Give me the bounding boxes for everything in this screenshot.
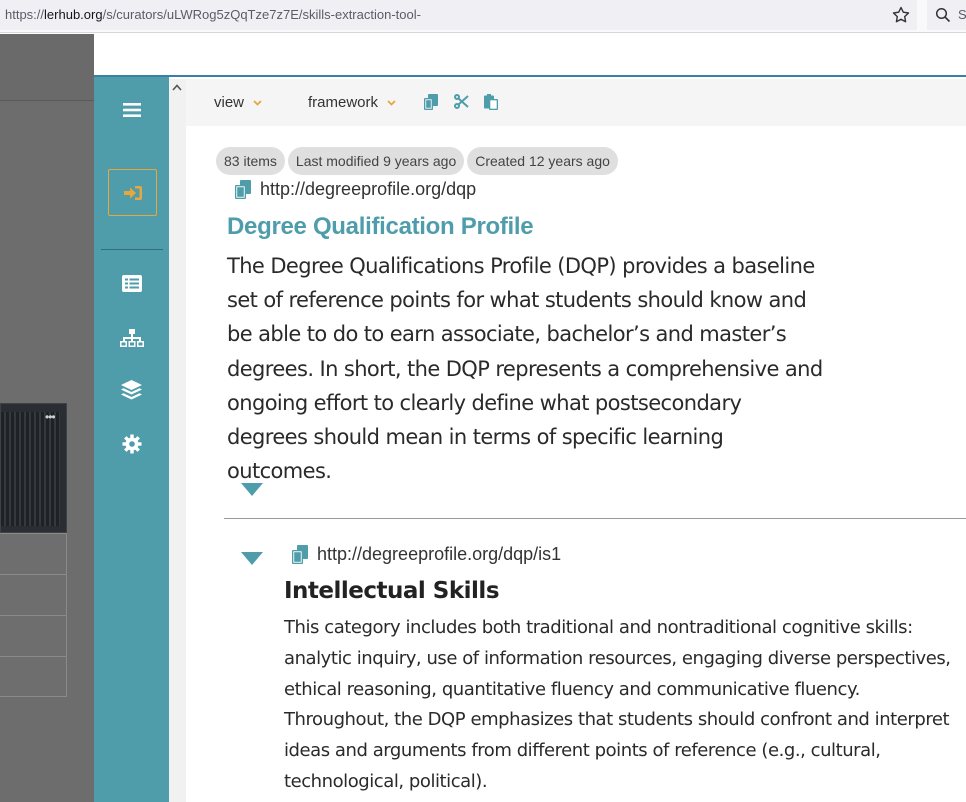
login-button[interactable] [108, 169, 157, 216]
toolbar: view framework [186, 79, 966, 126]
background-row [0, 574, 67, 615]
list-icon[interactable] [94, 275, 169, 292]
copy-icon[interactable] [292, 545, 308, 564]
browser-search-box[interactable]: S [927, 0, 966, 30]
background-row [0, 615, 67, 656]
copy-icon[interactable] [235, 180, 251, 199]
paste-icon[interactable] [484, 94, 498, 110]
divider [224, 518, 966, 519]
view-label: view [214, 94, 245, 111]
content-area: 83 items Last modified 9 years ago Creat… [186, 126, 966, 802]
competency-uri-text: http://degreeprofile.org/dqp/is1 [317, 544, 562, 564]
competency-uri[interactable]: http://degreeprofile.org/dqp/is1 [292, 544, 561, 565]
search-placeholder: S [958, 7, 966, 22]
background-row [0, 533, 67, 574]
background-row [0, 656, 67, 697]
bookmark-star-icon[interactable] [891, 5, 911, 25]
scrollbar[interactable] [169, 79, 186, 802]
url-prefix: https:// [5, 7, 45, 22]
framework-title[interactable]: Degree Qualification Profile [227, 213, 534, 241]
sidebar [94, 34, 169, 802]
url-path: /s/curators/uLWRog5zQqTze7z7E/skills-ext… [102, 7, 421, 22]
framework-description: The Degree Qualifications Profile (DQP) … [227, 254, 823, 484]
framework-uri[interactable]: http://degreeprofile.org/dqp [235, 179, 476, 200]
item-count-badge: 83 items [216, 147, 285, 175]
hamburger-icon[interactable] [94, 102, 169, 118]
framework-label: framework [308, 94, 379, 111]
sign-in-icon [123, 185, 142, 200]
framework-badges: 83 items Last modified 9 years ago Creat… [216, 147, 618, 175]
gear-icon[interactable] [94, 434, 169, 454]
more-options-icon: ••• [45, 410, 56, 424]
scroll-up-icon[interactable] [172, 82, 182, 94]
dimmed-background-page[interactable]: ••• [0, 34, 94, 802]
browser-toolbar: https://lerhub.org/s/curators/uLWRog5zQq… [0, 0, 966, 33]
competency-title[interactable]: Intellectual Skills [284, 578, 500, 604]
search-icon [935, 7, 951, 23]
url-field[interactable]: https://lerhub.org/s/curators/uLWRog5zQq… [0, 0, 917, 30]
competency-description: This category includes both traditional … [284, 617, 951, 792]
created-badge: Created 12 years ago [467, 147, 618, 175]
layers-icon[interactable] [94, 380, 169, 400]
background-header [0, 34, 94, 101]
url-host: lerhub.org [44, 7, 103, 22]
view-dropdown[interactable]: view [214, 94, 262, 111]
chevron-down-icon [253, 99, 262, 106]
sitemap-icon[interactable] [94, 329, 169, 348]
framework-dropdown[interactable]: framework [308, 94, 396, 111]
background-image [0, 403, 67, 533]
caret-down-icon[interactable] [241, 552, 263, 565]
panel-header [94, 34, 966, 77]
caret-down-icon[interactable] [241, 483, 263, 496]
sidebar-divider [101, 249, 163, 250]
last-modified-badge: Last modified 9 years ago [287, 147, 465, 175]
cut-icon[interactable] [454, 94, 469, 109]
framework-uri-text: http://degreeprofile.org/dqp [260, 179, 477, 199]
copy-icon[interactable] [424, 94, 438, 110]
url-text: https://lerhub.org/s/curators/uLWRog5zQq… [5, 7, 421, 22]
chevron-down-icon [387, 99, 396, 106]
